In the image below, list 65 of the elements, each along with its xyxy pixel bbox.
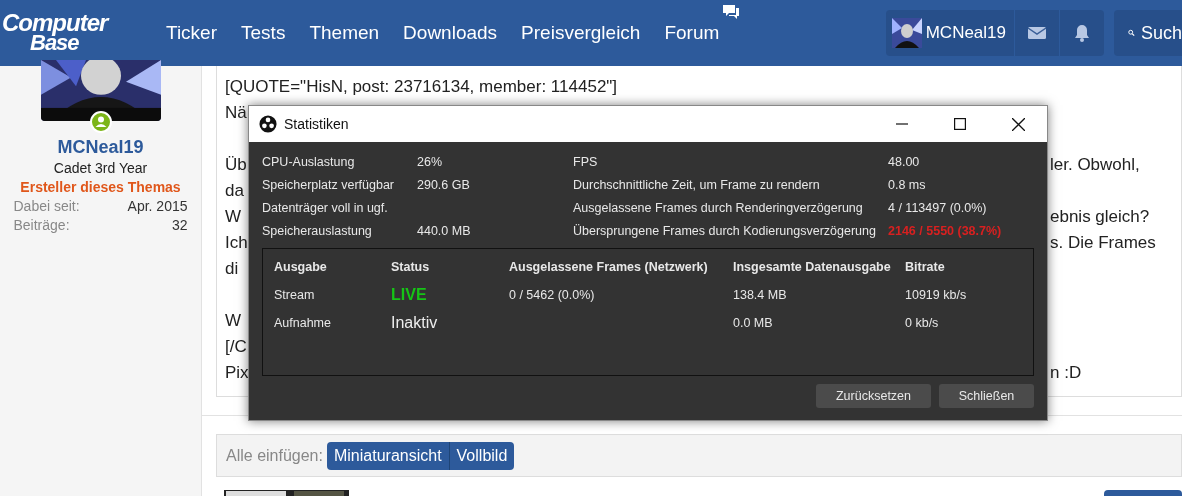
column-header: Ausgabe <box>274 260 328 274</box>
post-text-line: [/C <box>225 337 247 356</box>
status-text: Inaktiv <box>391 314 438 331</box>
post-text-line: Pix <box>225 363 249 382</box>
dialog-button[interactable]: Zurücksetzen <box>816 384 931 408</box>
column-header: Bitrate <box>905 260 946 274</box>
insert-option-button[interactable]: Miniaturansicht <box>326 441 449 470</box>
stat-label: Speicherauslastung <box>262 223 373 238</box>
post-text-line: Nä <box>225 103 247 122</box>
stat-value: 0.8 ms <box>888 177 926 192</box>
stat-value: 4 / 113497 (0.0%) <box>888 200 987 215</box>
post-text-line: ebnis gleich? <box>1050 207 1150 226</box>
stat-label: Übersprungene Frames durch Kodierungsverzögerung <box>573 223 877 238</box>
stat-label: Dabei seit: <box>13 198 80 214</box>
post-text-line: [QUOTE="HisN, post: 23716134, member: 114452"] <box>225 77 618 96</box>
post-text-line: di <box>225 259 239 278</box>
stat-value: 48.00 <box>888 154 920 169</box>
app-logo-icon <box>259 115 277 133</box>
stat-value: 290.6 GB <box>417 177 470 192</box>
status-text: LIVE <box>391 286 427 303</box>
author-rank: Cadet 3rd Year <box>53 160 148 176</box>
post-text-line: n :D <box>1050 363 1082 382</box>
table-cell: 0 / 5462 (0.0%) <box>509 288 595 302</box>
stat-value: 2146 / 5550 (38.7%) <box>888 223 1002 238</box>
nav-link[interactable]: Ticker <box>166 22 218 44</box>
stat-label: Beiträge: <box>13 217 70 233</box>
column-header: Ausgelassene Frames (Netzwerk) <box>509 260 709 274</box>
post-text-line: da <box>225 181 244 200</box>
author-name[interactable]: MCNeal19 <box>57 137 144 158</box>
stat-label: Ausgelassene Frames durch Renderingverzögerung <box>573 200 864 215</box>
post-text-line: W <box>225 311 242 330</box>
insert-option-button[interactable]: Vollbild <box>448 441 515 470</box>
table-cell: Aufnahme <box>274 316 331 330</box>
nav-link[interactable]: Tests <box>241 22 286 44</box>
column-header: Status <box>391 260 431 274</box>
stat-label: Speicherplatz verfügbar <box>262 177 396 192</box>
column-header: Insgesamte Datenausgabe <box>733 260 892 274</box>
nav-link[interactable]: Themen <box>309 22 380 44</box>
stat-label: CPU-Auslastung <box>262 154 356 169</box>
table-cell: Stream <box>274 288 315 302</box>
post-text-line: Ich <box>225 233 248 252</box>
site-logo[interactable]: Computer Base <box>0 13 142 53</box>
table-cell: 138.4 MB <box>733 288 787 302</box>
thread-starter-label: Ersteller dieses Themas <box>20 179 181 195</box>
search-button[interactable]: Such <box>1114 10 1182 56</box>
stat-value: 26% <box>417 154 443 169</box>
post-text-line: s. Die Frames <box>1050 233 1156 252</box>
nav-link[interactable]: Downloads <box>403 22 498 44</box>
stat-label: FPS <box>573 154 599 169</box>
table-cell: 10919 kb/s <box>905 288 967 302</box>
table-cell: 0.0 MB <box>733 316 773 330</box>
stat-label: Durchschnittliche Zeit, um Frame zu rendern <box>573 177 821 192</box>
post-text-line: W <box>225 207 242 226</box>
post-text-line: ler. Obwohl, <box>1050 155 1140 174</box>
dialog-button[interactable]: Schließen <box>939 384 1034 408</box>
table-cell: 0 kb/s <box>905 316 939 330</box>
nav-link[interactable]: Preisvergleich <box>521 22 641 44</box>
stat-value: 32 <box>171 217 188 233</box>
dialog-title: Statistiken <box>284 116 350 132</box>
insert-label: Alle einfügen: <box>226 446 323 465</box>
nav-link[interactable]: Forum <box>664 22 720 44</box>
stat-value: Apr. 2015 <box>127 198 188 214</box>
post-text-line: Üb <box>225 155 247 174</box>
stat-value: 440.0 MB <box>417 223 471 238</box>
stat-label: Datenträger voll in ugf. <box>262 200 389 215</box>
